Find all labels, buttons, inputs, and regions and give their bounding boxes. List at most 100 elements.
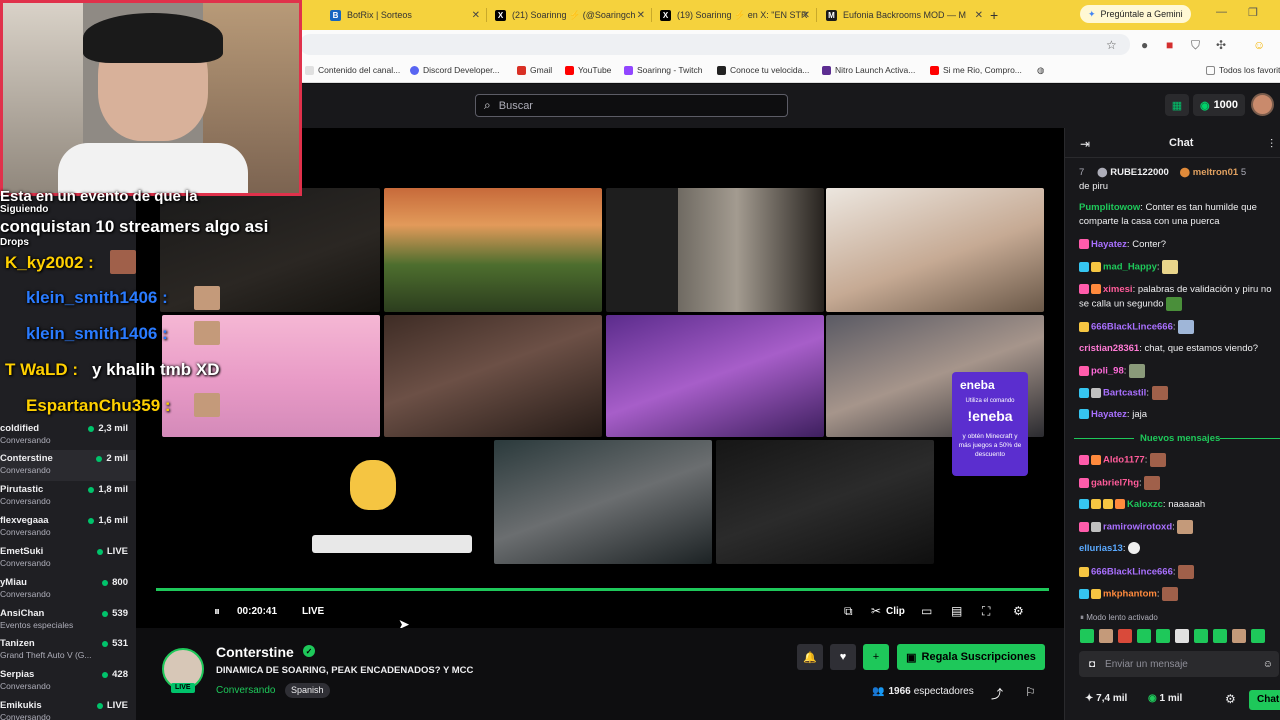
chat-username[interactable]: ramirowirotoxd [1103,522,1172,533]
profile-icon[interactable]: ☺ [1253,38,1265,52]
sidebar-item-pirutastic[interactable]: Pirutastic Conversando 1,8 mil [0,481,136,512]
sidebar-item-coldified[interactable]: coldified Conversando 2,3 mil [0,420,136,451]
chat-badge-icon[interactable]: ◘ [1089,659,1095,670]
extensions-puzzle-icon[interactable]: ✣ [1216,38,1226,52]
gemini-button[interactable]: ✦ Pregúntale a Gemini [1080,5,1191,23]
emote-icon[interactable] [1080,629,1094,643]
bookmark-contenido[interactable]: Contenido del canal... [305,65,400,75]
bookmark-gmail[interactable]: Gmail [517,65,552,75]
user-avatar[interactable] [1251,93,1274,116]
language-tag[interactable]: Spanish [285,683,330,698]
emote-icon[interactable] [1213,629,1227,643]
bookmark-all[interactable]: Todos los favoritos [1206,65,1280,75]
sidebar-item-ansichan[interactable]: AnsiChan Eventos especiales 539 [0,605,136,636]
extension-pdf-icon[interactable]: ■ [1166,38,1173,52]
emote-icon[interactable] [1175,629,1189,643]
chat-settings-icon[interactable]: ⚙ [1225,692,1236,706]
chat-username[interactable]: mad_Happy [1103,262,1157,273]
chat-username[interactable]: ellurias13 [1079,543,1123,554]
fullscreen-icon[interactable]: ⛶ [982,604,990,619]
globe-icon[interactable]: ◍ [1037,65,1044,76]
sidebar-item-serpias[interactable]: Serpias Conversando 428 [0,666,136,697]
video-player[interactable] [136,128,1064,628]
search-input[interactable]: ⌕ Buscar [475,94,788,117]
notification-bell-icon[interactable]: 🔔 [797,644,823,670]
chat-username[interactable]: gabriel7hg [1091,478,1139,489]
clip-button[interactable]: Clip [886,606,905,617]
maximize-icon[interactable]: ❐ [1248,6,1258,19]
sidebar-item-conterstine[interactable]: Conterstine Conversando 2 mil [0,450,136,481]
chat-username[interactable]: Pumplitowow [1079,202,1140,213]
chat-users-icon[interactable]: ⫶ [1270,137,1273,152]
emote-icon[interactable] [1099,629,1113,643]
emoji-icon[interactable]: ☺ [1263,659,1273,670]
chat-username[interactable]: Hayatez [1091,239,1127,250]
bookmark-rio[interactable]: Si me Rio, Compro... [930,65,1022,75]
channel-points[interactable]: ✦ 7,4 mil [1085,693,1127,704]
bookmark-speedtest[interactable]: Conoce tu velocida... [717,65,809,75]
emote-icon[interactable] [1232,629,1246,643]
theatre-mode-icon[interactable]: ▭ [921,604,932,618]
close-icon[interactable]: ✕ [472,10,480,21]
chat-input[interactable]: ◘ Enviar un mensaje ☺ [1079,651,1279,677]
gift-subscriptions-button[interactable]: ▣ Regala Suscripciones [897,644,1045,670]
leader-user[interactable]: meltron01 [1193,167,1238,178]
star-icon[interactable]: ☆ [1106,38,1117,52]
pause-icon[interactable]: ⏸ [214,604,220,619]
sidebar-item-ymiau[interactable]: yMiau Conversando 800 [0,574,136,605]
share-icon[interactable]: ⤴ [991,685,1003,702]
emote-icon[interactable] [1118,629,1132,643]
leader-user[interactable]: RUBE122000 [1110,167,1169,178]
chat-username[interactable]: ximesi [1103,284,1133,295]
bookmark-youtube[interactable]: YouTube [565,65,611,75]
new-messages-divider[interactable]: Nuevos mensajes [1074,433,1280,444]
emote-icon[interactable] [1137,629,1151,643]
gift-icon[interactable]: + [863,644,889,670]
coins-button[interactable]: ◉ 1000 [1193,94,1245,116]
chat-username[interactable]: 666BlackLince666 [1091,322,1173,333]
chat-username[interactable]: mkphantom [1103,589,1157,600]
new-tab-button[interactable]: + [990,4,998,26]
url-field[interactable] [300,34,1130,55]
close-icon[interactable]: ✕ [975,10,983,21]
follow-heart-icon[interactable]: ♥ [830,644,856,670]
minimize-icon[interactable]: — [1216,6,1227,18]
chat-send-button[interactable]: Chat [1249,690,1280,710]
sidebar-item-tanizen[interactable]: Tanizen Grand Theft Auto V (G... 531 [0,635,136,666]
layout-icon[interactable]: ▤ [951,604,962,618]
close-icon[interactable]: ✕ [637,10,645,21]
clip-icon[interactable]: ✂ [871,604,881,618]
prime-icon[interactable]: ▦ [1165,94,1189,116]
bookmark-twitch[interactable]: Soarinng - Twitch [624,65,703,75]
extension-record-icon[interactable]: ● [1141,38,1148,52]
chat-username[interactable]: Hayatez [1091,409,1127,420]
chat-username[interactable]: Bartcastil [1103,388,1146,399]
settings-gear-icon[interactable]: ⚙ [1013,604,1024,618]
emote-icon[interactable] [1194,629,1208,643]
chat-username[interactable]: Kaloxzc [1127,499,1163,510]
extension-shield-icon[interactable]: ⛉ [1191,38,1200,53]
tab-x-2[interactable]: X (19) Soarinng ⚡ en X: "EN STR ✕ [660,4,810,26]
tab-botrix[interactable]: B BotRix | Sorteos ✕ [330,4,480,26]
streamer-name[interactable]: Conterstine [216,644,294,660]
sidebar-item-emetsuki[interactable]: EmetSuki Conversando LIVE [0,543,136,574]
chat-username[interactable]: 666BlackLince666 [1091,567,1173,578]
tab-x-1[interactable]: X (21) Soarinng ⚡ (@Soaringch ✕ [495,4,645,26]
chat-username[interactable]: poli_98 [1091,366,1124,377]
emote-icon[interactable] [1251,629,1265,643]
chat-username[interactable]: cristian28361 [1079,343,1139,354]
progress-bar[interactable] [156,588,1049,591]
sidebar-item-emikukis[interactable]: Emikukis Conversando LIVE [0,697,136,720]
sidebar-item-flexvegaaa[interactable]: flexvegaaa Conversando 1,6 mil [0,512,136,543]
channel-coins[interactable]: ◉ 1 mil [1148,693,1182,704]
emote-icon[interactable] [1156,629,1170,643]
pip-icon[interactable]: ⧉ [844,604,853,619]
bookmark-nitro[interactable]: Nitro Launch Activa... [822,65,915,75]
close-icon[interactable]: ✕ [802,10,810,21]
bookmark-discord[interactable]: Discord Developer... [410,65,500,75]
collapse-chat-icon[interactable]: ⇥ [1080,137,1090,151]
chat-username[interactable]: Aldo1177 [1103,455,1145,466]
report-icon[interactable]: ⚐ [1025,685,1036,699]
category-link[interactable]: Conversando [216,685,275,696]
tab-eufonia[interactable]: M Eufonia Backrooms MOD — M ✕ [826,4,983,26]
